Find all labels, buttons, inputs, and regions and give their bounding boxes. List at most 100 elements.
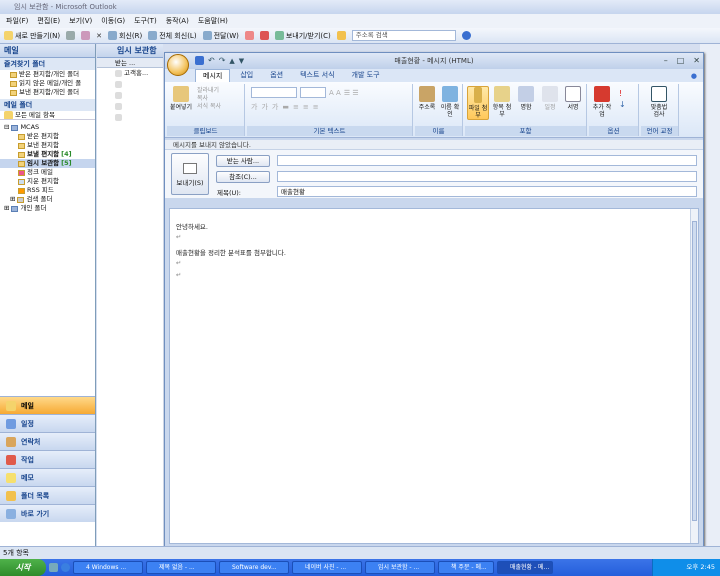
taskbar-item[interactable]: 제목 없음 - ... <box>146 561 216 574</box>
font-name-select[interactable] <box>251 87 297 98</box>
menu-view[interactable]: 보기(V) <box>69 16 92 26</box>
favorites-header[interactable]: 즐겨찾기 폴더 <box>0 58 95 70</box>
favorite-item[interactable]: 보낸 편지함/개인 폴더 <box>0 88 95 97</box>
list-item[interactable]: 고객홍... <box>97 68 163 79</box>
list-item[interactable] <box>97 79 163 90</box>
bullets-icon[interactable]: ☰ ☰ <box>344 89 359 97</box>
close-icon[interactable]: ✕ <box>693 56 700 65</box>
browser-icon[interactable] <box>61 563 70 572</box>
help-icon[interactable] <box>461 31 471 40</box>
tab-message[interactable]: 메시지 <box>195 69 231 82</box>
personal-folders[interactable]: ⊞ 개인 폴더 <box>0 204 95 213</box>
cc-button[interactable]: 참조(C)... <box>216 171 270 183</box>
follow-up-button[interactable]: 추가 작업 <box>591 86 613 118</box>
start-button[interactable]: 시작 <box>0 559 46 576</box>
new-button[interactable]: 새로 만들기(N) <box>4 31 60 41</box>
tab-developer[interactable]: 개발 도구 <box>345 69 387 82</box>
mail-folders-header[interactable]: 메일 폴더 <box>0 99 95 111</box>
paste-button[interactable]: 붙여넣기 <box>169 86 193 111</box>
taskbar-item-active[interactable]: 매출현황 - 메... <box>497 561 553 574</box>
body-scrollbar[interactable] <box>690 209 698 543</box>
send-button[interactable]: 보내기(S) <box>171 153 209 195</box>
taskbar-item[interactable]: 임시 보관함 - ... <box>365 561 435 574</box>
bold-icon[interactable]: 가 <box>251 102 257 112</box>
format-painter-button[interactable]: 서식 복사 <box>197 103 221 111</box>
underline-icon[interactable]: 가 <box>272 102 278 112</box>
office-button-icon[interactable] <box>167 54 189 76</box>
nav-mail-button[interactable]: 메일 <box>0 396 95 414</box>
to-field[interactable] <box>277 155 697 166</box>
copy-button[interactable]: 복사 <box>197 95 221 103</box>
scroll-thumb[interactable] <box>692 221 697 521</box>
up-arrow-icon[interactable]: ▲ <box>229 57 234 65</box>
menu-edit[interactable]: 편집(E) <box>37 16 60 26</box>
nav-notes-button[interactable]: 메모 <box>0 468 95 486</box>
cut-button[interactable]: 잘라내기 <box>197 87 221 95</box>
nav-tasks-button[interactable]: 작업 <box>0 450 95 468</box>
ribbon-help-icon[interactable]: ● <box>691 72 697 80</box>
menu-actions[interactable]: 동작(A) <box>166 16 189 26</box>
flag-icon[interactable] <box>259 31 269 40</box>
italic-icon[interactable]: 가 <box>261 102 267 112</box>
tab-insert[interactable]: 삽입 <box>233 69 260 82</box>
cc-field[interactable] <box>277 171 697 182</box>
folder-item-selected[interactable]: 임시 보관함 [5] <box>0 159 95 168</box>
font-grow-icon[interactable]: A A <box>329 89 341 97</box>
save-icon[interactable] <box>195 56 204 65</box>
folder-item[interactable]: 지운 편지함 <box>0 177 95 186</box>
tab-options[interactable]: 옵션 <box>263 69 290 82</box>
taskbar-item[interactable]: Software dev... <box>219 561 289 574</box>
attach-file-button[interactable]: 파일 첨부 <box>467 86 489 120</box>
address-book-button[interactable]: 주소록 <box>416 86 438 111</box>
tab-format-text[interactable]: 텍스트 서식 <box>293 69 341 82</box>
calendar-button[interactable]: 일정 <box>539 86 561 111</box>
print-icon[interactable] <box>66 31 76 40</box>
redo-icon[interactable]: ↷ <box>219 56 226 65</box>
signature-button[interactable]: 서명 <box>562 86 584 111</box>
folder-item[interactable]: 받은 편지함 <box>0 132 95 141</box>
address-search-input[interactable]: 주소록 검색 <box>351 30 456 41</box>
subject-field[interactable]: 매출현황 <box>277 186 697 197</box>
tree-root[interactable]: ⊟ MCAS <box>0 123 95 132</box>
font-size-select[interactable] <box>300 87 326 98</box>
menu-tools[interactable]: 도구(T) <box>134 16 157 26</box>
category-icon[interactable] <box>244 31 254 40</box>
list-item[interactable] <box>97 101 163 112</box>
taskbar-item[interactable]: 4 Windows ... <box>73 561 143 574</box>
quick-launch-icon[interactable] <box>49 563 58 572</box>
nav-contacts-button[interactable]: 연락처 <box>0 432 95 450</box>
high-importance-icon[interactable]: ! <box>619 88 626 99</box>
menu-file[interactable]: 파일(F) <box>6 16 28 26</box>
list-column-header[interactable]: 받는 ... <box>97 58 163 68</box>
check-names-button[interactable]: 이름 확인 <box>439 86 461 118</box>
forward-button[interactable]: 전달(W) <box>202 31 239 41</box>
folder-item[interactable]: 정크 메일 <box>0 168 95 177</box>
move-icon[interactable] <box>81 31 91 40</box>
menu-help[interactable]: 도움말(H) <box>198 16 228 26</box>
align-center-icon[interactable]: ≡ <box>303 103 309 111</box>
message-body[interactable]: 안녕하세요. ↵ 매출현황을 정리한 분석표를 첨부합니다. ↵ ↵ <box>169 208 699 544</box>
taskbar-item[interactable]: 책 주문 - 메... <box>438 561 494 574</box>
list-item[interactable] <box>97 90 163 101</box>
low-importance-icon[interactable]: ↓ <box>619 99 626 110</box>
favorite-item[interactable]: 받은 편지함/개인 폴더 <box>0 70 95 79</box>
attach-item-button[interactable]: 항목 첨부 <box>491 86 513 118</box>
highlight-icon[interactable]: ▬ <box>282 103 289 111</box>
undo-icon[interactable]: ↶ <box>208 56 215 65</box>
taskbar-item[interactable]: 네이버 사진 - ... <box>292 561 362 574</box>
minimize-icon[interactable]: – <box>664 56 668 65</box>
list-item[interactable] <box>97 112 163 123</box>
folder-item[interactable]: 보낼 편지함 [4] <box>0 150 95 159</box>
send-receive-button[interactable]: 보내기/받기(C) <box>274 31 331 41</box>
folder-item[interactable]: RSS 피드 <box>0 186 95 195</box>
folder-item[interactable]: 보낸 편지함 <box>0 141 95 150</box>
align-right-icon[interactable]: ≡ <box>313 103 319 111</box>
delete-icon[interactable]: ✕ <box>96 32 102 40</box>
align-left-icon[interactable]: ≡ <box>293 103 299 111</box>
nav-calendar-button[interactable]: 일정 <box>0 414 95 432</box>
nav-shortcuts-button[interactable]: 바로 가기 <box>0 504 95 522</box>
favorite-item[interactable]: 읽지 않은 메일/개인 폴 <box>0 79 95 88</box>
down-arrow-icon[interactable]: ▼ <box>239 57 244 65</box>
folder-item[interactable]: ⊞ 검색 폴더 <box>0 195 95 204</box>
maximize-icon[interactable]: □ <box>677 56 685 65</box>
